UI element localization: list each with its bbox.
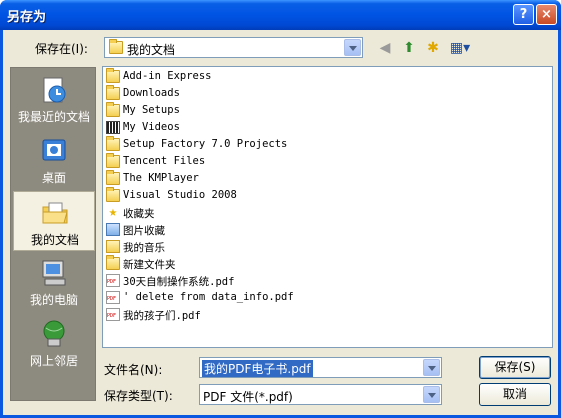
view-menu-button[interactable]: ▦▾ — [448, 38, 472, 58]
file-name: Tencent Files — [123, 155, 206, 167]
filetype-label: 保存类型(T): — [104, 389, 173, 403]
places-bar: 我最近的文档 桌面 我的文档 我的电脑 网上邻居 — [10, 67, 96, 401]
pdf-file-icon — [106, 291, 120, 304]
my-documents-icon — [42, 202, 68, 224]
view-menu-icon: ▦▾ — [449, 40, 471, 56]
file-name: 我的孩子们.pdf — [123, 310, 201, 322]
folder-icon — [106, 255, 120, 270]
close-button[interactable]: × — [536, 4, 557, 25]
save-in-label: 保存在(I): — [35, 42, 88, 56]
place-label: 我的文档 — [30, 233, 79, 247]
folder-icon — [106, 68, 120, 83]
filename-label: 文件名(N): — [104, 363, 163, 377]
place-recent-documents[interactable]: 我最近的文档 — [13, 69, 95, 129]
place-desktop[interactable]: 桌面 — [13, 130, 95, 190]
back-button[interactable]: ◀ — [375, 38, 395, 58]
place-label: 我的电脑 — [29, 293, 78, 307]
file-name: Add-in Express — [123, 70, 212, 82]
file-name: My Videos — [123, 121, 180, 133]
pdf-file-icon — [106, 308, 120, 321]
save-in-value: 我的文档 — [127, 43, 176, 57]
place-label: 网上邻居 — [29, 354, 78, 368]
place-my-documents[interactable]: 我的文档 — [13, 191, 95, 251]
my-computer-icon — [42, 260, 66, 286]
folder-icon — [106, 102, 120, 117]
up-folder-button[interactable]: ⬆ — [399, 38, 419, 58]
title-bar[interactable]: 另存为 ? × — [0, 0, 561, 30]
chevron-down-icon[interactable] — [344, 39, 361, 56]
pictures-folder-icon — [106, 223, 120, 236]
save-in-dropdown[interactable]: 我的文档 — [104, 37, 363, 58]
music-folder-icon — [106, 240, 120, 253]
file-list[interactable]: Add-in Express Downloads My Setups My Vi… — [102, 66, 553, 348]
new-folder-icon: ✱ — [427, 40, 439, 56]
cancel-button[interactable]: 取消 — [479, 383, 551, 406]
folder-icon — [106, 170, 120, 185]
folder-icon — [106, 85, 120, 100]
place-my-computer[interactable]: 我的电脑 — [13, 252, 95, 312]
favorites-star-icon: ★ — [108, 204, 118, 220]
file-name: 收藏夹 — [123, 208, 155, 220]
network-places-icon — [43, 320, 65, 347]
back-arrow-icon: ◀ — [379, 40, 391, 56]
help-button[interactable]: ? — [513, 4, 534, 25]
file-name: 30天自制操作系统.pdf — [123, 276, 235, 288]
filetype-value: PDF 文件(*.pdf) — [203, 390, 293, 404]
file-name: 图片收藏 — [123, 225, 165, 237]
up-folder-icon: ⬆ — [403, 40, 415, 56]
file-name: 我的音乐 — [123, 242, 165, 254]
folder-icon — [106, 187, 120, 202]
dialog-title: 另存为 — [7, 10, 47, 25]
folder-icon — [106, 153, 120, 168]
video-folder-icon — [106, 121, 120, 134]
chevron-down-icon[interactable] — [423, 359, 440, 376]
folder-icon — [106, 136, 120, 151]
save-button[interactable]: 保存(S) — [479, 356, 551, 379]
file-name: Setup Factory 7.0 Projects — [123, 138, 288, 150]
file-name: The KMPlayer — [123, 172, 199, 184]
filetype-dropdown[interactable]: PDF 文件(*.pdf) — [199, 384, 442, 405]
filename-value: 我的PDF电子书.pdf — [202, 360, 313, 377]
place-label: 我最近的文档 — [17, 110, 90, 124]
recent-documents-icon — [43, 77, 66, 103]
file-name: ' delete from data_info.pdf — [123, 291, 294, 303]
my-documents-small-icon — [109, 39, 123, 54]
dialog-body: 保存在(I): 我的文档 ◀ ⬆ ✱ ▦▾ 我最近的文档 桌面 我的文档 我的电… — [3, 30, 558, 415]
file-name: Downloads — [123, 87, 180, 99]
chevron-down-icon[interactable] — [423, 386, 440, 403]
pdf-file-icon — [106, 274, 120, 287]
file-name: Visual Studio 2008 — [123, 189, 237, 201]
new-folder-button[interactable]: ✱ — [423, 38, 443, 58]
place-network[interactable]: 网上邻居 — [13, 313, 95, 373]
desktop-icon — [42, 139, 66, 161]
file-name: 新建文件夹 — [123, 259, 176, 271]
place-label: 桌面 — [41, 171, 66, 185]
save-as-dialog: 另存为 ? × 保存在(I): 我的文档 ◀ ⬆ ✱ ▦▾ 我最近的文档 桌面 … — [0, 0, 561, 418]
file-name: My Setups — [123, 104, 180, 116]
filename-input[interactable]: 我的PDF电子书.pdf — [199, 357, 442, 378]
